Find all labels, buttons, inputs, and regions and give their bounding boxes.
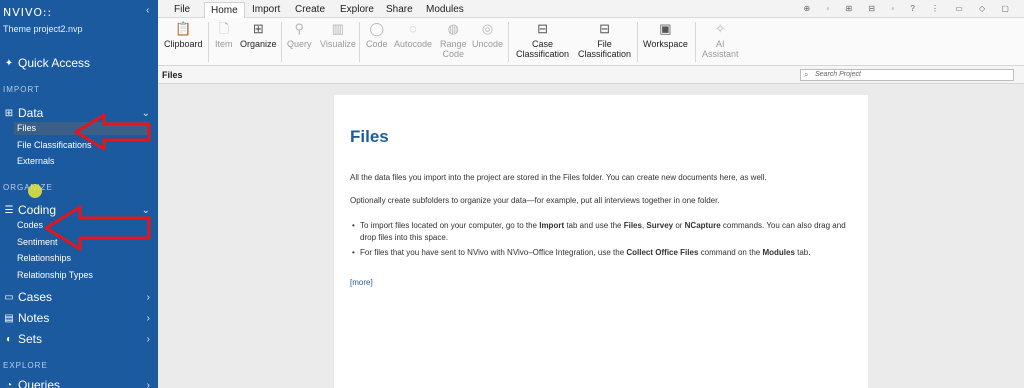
- page-title: Files: [162, 70, 183, 80]
- ribbon-divider: [208, 22, 209, 62]
- autocode-button[interactable]: ◌ Autocode: [394, 21, 432, 49]
- more-link[interactable]: [more]: [350, 278, 373, 287]
- quick-access-item[interactable]: ✦ Quick Access: [0, 56, 158, 70]
- clipboard-icon: 📋: [175, 21, 192, 36]
- clipboard-button[interactable]: 📋 Clipboard: [164, 21, 203, 49]
- content-header: Files ⌕ Search Project: [158, 66, 1024, 84]
- chart-icon: ▥: [331, 21, 345, 36]
- section-explore: EXPLORE: [3, 361, 48, 370]
- uncode-icon: ◎: [481, 21, 494, 36]
- annotation-arrow-files: [74, 113, 151, 151]
- ribbon-divider: [637, 22, 638, 62]
- chevron-right-icon: ›: [146, 312, 150, 324]
- home-ribbon: 📋 Clipboard 🗋 Item ⊞ Organize ⚲ Query ▥ …: [158, 18, 1024, 66]
- query-button[interactable]: ⚲ Query: [287, 21, 312, 49]
- sets-icon: ◐: [5, 333, 13, 345]
- ribbon-divider: [359, 22, 360, 62]
- subfolder-paragraph: Optionally create subfolders to organize…: [350, 196, 720, 205]
- navigation-sidebar: NVIVO:: ‹ Theme project2.nvp ✦ Quick Acc…: [0, 0, 158, 388]
- notes-icon: ▤: [4, 312, 14, 324]
- tab-share[interactable]: Share: [386, 4, 413, 15]
- visualize-button[interactable]: ▥ Visualize: [320, 21, 356, 49]
- chevron-right-icon: ›: [146, 291, 150, 303]
- mouse-cursor-highlight: [28, 184, 42, 198]
- case-classification-icon: ⊟: [537, 21, 548, 36]
- data-grid-icon: ⊞: [4, 107, 14, 119]
- files-info-panel: Files All the data files you import into…: [334, 95, 868, 388]
- search-icon: ⌕: [804, 70, 809, 79]
- panel-title: Files: [350, 127, 389, 146]
- queries-icon: ◔: [5, 379, 13, 388]
- collapse-sidebar-button[interactable]: ‹: [146, 5, 149, 16]
- tab-explore[interactable]: Explore: [340, 4, 374, 15]
- cases-icon: ▭: [4, 291, 14, 303]
- ribbon-divider: [508, 22, 509, 62]
- ribbon-divider: [281, 22, 282, 62]
- organize-button[interactable]: ⊞ Organize: [240, 21, 277, 49]
- ribbon-divider: [695, 22, 696, 62]
- organize-icon: ⊞: [252, 21, 264, 36]
- annotation-arrow-coding: [44, 205, 151, 251]
- tab-import[interactable]: Import: [252, 4, 280, 15]
- coding-icon: ☰: [4, 204, 14, 216]
- sidebar-item-notes[interactable]: ▤ Notes ›: [0, 311, 158, 325]
- ai-assistant-button[interactable]: ✧ AI Assistant: [702, 21, 739, 59]
- ai-assistant-icon: ✧: [714, 21, 726, 36]
- search-project-input[interactable]: ⌕ Search Project: [800, 69, 1014, 81]
- sidebar-item-codes[interactable]: Codes: [17, 220, 43, 230]
- intro-paragraph: All the data files you import into the p…: [350, 173, 767, 182]
- main-content: Files All the data files you import into…: [158, 85, 1024, 388]
- range-code-icon: ◍: [447, 21, 459, 36]
- code-icon: ◯: [369, 21, 385, 36]
- workspace-icon: ▣: [659, 21, 672, 36]
- list-item: • To import files located on your comput…: [352, 221, 846, 242]
- document-icon: 🗋: [218, 21, 229, 36]
- sidebar-item-externals[interactable]: Externals: [17, 156, 55, 166]
- list-item: • For files that you have sent to NVivo …: [352, 248, 811, 257]
- case-classification-button[interactable]: ⊟ Case Classification: [516, 21, 569, 59]
- file-classification-icon: ⊟: [599, 21, 610, 36]
- file-classification-button[interactable]: ⊟ File Classification: [578, 21, 631, 59]
- sidebar-item-relationships[interactable]: Relationships: [17, 253, 71, 263]
- query-icon: ⚲: [294, 21, 305, 36]
- sidebar-item-cases[interactable]: ▭ Cases ›: [0, 290, 158, 304]
- app-logo: NVIVO::: [3, 6, 53, 19]
- sidebar-item-relationship-types[interactable]: Relationship Types: [17, 270, 93, 280]
- nvivo-app: NVIVO:: ‹ Theme project2.nvp ✦ Quick Acc…: [0, 0, 1024, 388]
- workspace-button[interactable]: ▣ Workspace: [643, 21, 688, 49]
- range-code-button[interactable]: ◍ Range Code: [440, 21, 467, 59]
- section-import: IMPORT: [3, 85, 40, 94]
- uncode-button[interactable]: ◎ Uncode: [472, 21, 503, 49]
- chevron-right-icon: ›: [146, 379, 150, 388]
- sidebar-item-queries[interactable]: ◔ Queries ›: [0, 378, 158, 388]
- code-button[interactable]: ◯ Code: [366, 21, 388, 49]
- tab-create[interactable]: Create: [295, 4, 325, 15]
- sidebar-item-sets[interactable]: ◐ Sets ›: [0, 332, 158, 346]
- window-controls[interactable]: ⊕ ◦ ⊞ ⊟ ◦ ? ⋮ ▭ ◇ ▢: [803, 4, 1016, 13]
- chevron-right-icon: ›: [146, 333, 150, 345]
- autocode-icon: ◌: [409, 21, 417, 36]
- tab-modules[interactable]: Modules: [426, 4, 464, 15]
- project-name: Theme project2.nvp: [3, 24, 83, 34]
- tab-home[interactable]: Home: [204, 2, 245, 18]
- tab-file[interactable]: File: [174, 4, 190, 15]
- pin-icon: ✦: [4, 57, 14, 69]
- item-button[interactable]: 🗋 Item: [215, 21, 233, 49]
- ribbon-tabs: File Home Import Create Explore Share Mo…: [158, 0, 1024, 18]
